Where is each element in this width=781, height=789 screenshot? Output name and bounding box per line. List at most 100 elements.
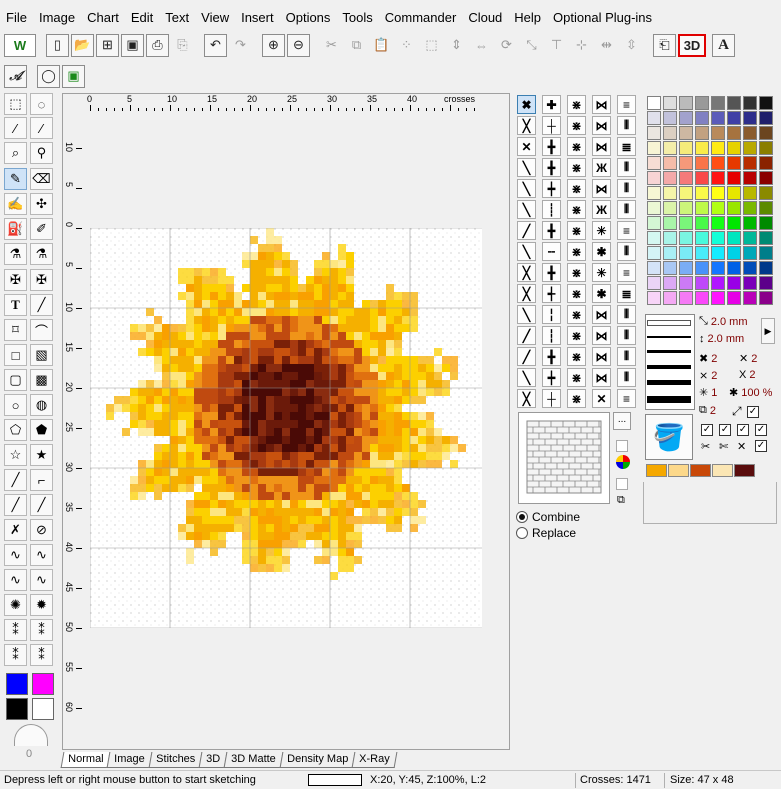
palette-color-cell[interactable]	[663, 261, 677, 275]
palette-color-cell[interactable]	[663, 291, 677, 305]
palette-color-cell[interactable]	[679, 276, 693, 290]
full-cross-stitch-icon[interactable]: ╳	[517, 389, 536, 408]
palette-color-cell[interactable]	[759, 246, 773, 260]
scissors-2-icon[interactable]: ✄	[719, 440, 728, 453]
palette-color-cell[interactable]	[743, 186, 757, 200]
color-fill-icon[interactable]: ⚗	[30, 243, 53, 265]
horizontal-lines-stitch-icon[interactable]: ⦀	[617, 158, 636, 177]
palette-color-cell[interactable]	[679, 201, 693, 215]
palette-color-cell[interactable]	[711, 276, 725, 290]
filled-stairs-icon[interactable]: ╱	[30, 494, 53, 516]
palette-color-cell[interactable]	[727, 246, 741, 260]
palette-color-cell[interactable]	[679, 231, 693, 245]
recent-color-swatch[interactable]	[690, 464, 711, 477]
palette-color-cell[interactable]	[759, 261, 773, 275]
half-cross-stitch-icon[interactable]: ⋈	[592, 347, 611, 366]
zoom-out-icon[interactable]: ⊖	[287, 33, 310, 57]
logo-icon[interactable]: W	[4, 33, 36, 57]
full-cross-stitch-icon[interactable]: ╲	[517, 179, 536, 198]
filled-ellipse-icon[interactable]: ◍	[30, 394, 53, 416]
import-icon[interactable]: ⊞	[96, 33, 119, 57]
palette-color-cell[interactable]	[647, 141, 661, 155]
palette-color-cell[interactable]	[759, 276, 773, 290]
quarter-cross-stitch-icon[interactable]: ⋇	[567, 179, 586, 198]
horizontal-lines-stitch-icon[interactable]: ≡	[617, 95, 636, 114]
new-file-icon[interactable]: ▯	[46, 33, 69, 57]
filled-rectangle-icon[interactable]: ▧	[30, 344, 53, 366]
palette-color-cell[interactable]	[679, 291, 693, 305]
palette-color-cell[interactable]	[711, 291, 725, 305]
fill-star-2-icon[interactable]: ⁑	[30, 644, 53, 666]
palette-color-cell[interactable]	[695, 201, 709, 215]
redo-icon[interactable]: ↷	[229, 34, 252, 57]
menu-options[interactable]: Options	[280, 8, 337, 28]
plus-stitch-icon[interactable]: ┿	[542, 179, 561, 198]
horizontal-lines-stitch-icon[interactable]: ⦀	[617, 347, 636, 366]
align-top-icon[interactable]: ⊤	[545, 34, 568, 57]
half-stitch-prop[interactable]: ⨯ 2	[699, 369, 717, 383]
full-cross-stitch-icon[interactable]: ╳	[517, 116, 536, 135]
quarter-cross-stitch-icon[interactable]: ⋇	[567, 326, 586, 345]
full-cross-stitch-icon[interactable]: ╲	[517, 242, 536, 261]
plus-stitch-icon[interactable]: ┆	[542, 326, 561, 345]
palette-color-cell[interactable]	[679, 96, 693, 110]
palette-color-cell[interactable]	[743, 216, 757, 230]
save-icon[interactable]: ▣	[121, 33, 144, 57]
tab-stitches[interactable]: Stitches	[148, 752, 203, 768]
rounded-rect-icon[interactable]: ▢	[4, 369, 27, 391]
stitch-curve-icon[interactable]: ∿	[4, 569, 27, 591]
eyedropper-select-icon[interactable]: ⌕	[4, 142, 27, 164]
palette-color-cell[interactable]	[647, 276, 661, 290]
full-cross-stitch-icon[interactable]: ╳	[517, 263, 536, 282]
plus-stitch-icon[interactable]: ┼	[542, 116, 561, 135]
scissors-icon[interactable]: ✂	[701, 440, 710, 453]
black-color-swatch[interactable]	[6, 698, 28, 720]
half-cross-stitch-icon[interactable]: ⋈	[592, 179, 611, 198]
palette-color-cell[interactable]	[695, 111, 709, 125]
palette-color-cell[interactable]	[647, 291, 661, 305]
palette-color-cell[interactable]	[663, 141, 677, 155]
full-cross-stitch-icon[interactable]: ╱	[517, 347, 536, 366]
page-icon[interactable]: ⎗	[653, 33, 676, 57]
palette-color-cell[interactable]	[743, 231, 757, 245]
secondary-color-swatch[interactable]	[32, 673, 54, 695]
menu-view[interactable]: View	[195, 8, 235, 28]
quarter-cross-stitch-icon[interactable]: ⋇	[567, 242, 586, 261]
menu-text[interactable]: Text	[159, 8, 195, 28]
line-width-3[interactable]	[647, 365, 691, 369]
palette-color-cell[interactable]	[711, 141, 725, 155]
palette-color-cell[interactable]	[695, 291, 709, 305]
palette-color-cell[interactable]	[663, 126, 677, 140]
palette-color-cell[interactable]	[695, 276, 709, 290]
connect-checkbox[interactable]: ✓	[747, 406, 759, 418]
palette-color-cell[interactable]	[663, 201, 677, 215]
menu-help[interactable]: Help	[508, 8, 547, 28]
palette-color-cell[interactable]	[727, 186, 741, 200]
half-cross-stitch-icon[interactable]: ✕	[592, 389, 611, 408]
font-style-icon[interactable]: 𝒜	[4, 64, 27, 88]
quarter-cross-stitch-icon[interactable]: ⋇	[567, 221, 586, 240]
palette-color-cell[interactable]	[679, 126, 693, 140]
plus-stitch-icon[interactable]: ╋	[542, 158, 561, 177]
palette-color-cell[interactable]	[679, 141, 693, 155]
palette-color-cell[interactable]	[695, 156, 709, 170]
full-cross-stitch-icon[interactable]: ╲	[517, 305, 536, 324]
filled-pentagon-icon[interactable]: ⬟	[30, 419, 53, 441]
quarter-cross-stitch-icon[interactable]: ⋇	[567, 389, 586, 408]
full-cross-stitch-icon[interactable]: ╱	[517, 326, 536, 345]
lasso-select-icon[interactable]: ◌	[30, 93, 53, 115]
magic-wand-2-icon[interactable]: ⁄	[30, 117, 53, 139]
check-3[interactable]: ✓	[737, 424, 749, 436]
palette-color-cell[interactable]	[759, 126, 773, 140]
text-icon[interactable]: T	[4, 294, 27, 316]
plus-stitch-icon[interactable]: ┼	[542, 389, 561, 408]
menu-file[interactable]: File	[0, 8, 33, 28]
horizontal-lines-stitch-icon[interactable]: ≡	[617, 221, 636, 240]
tab-3d-matte[interactable]: 3D Matte	[223, 752, 284, 768]
color-wheel-icon[interactable]	[616, 455, 630, 469]
palette-color-cell[interactable]	[711, 246, 725, 260]
stitch-path-icon[interactable]: ∿	[4, 544, 27, 566]
palette-color-cell[interactable]	[663, 246, 677, 260]
full-cross-stitch-icon[interactable]: ╳	[517, 284, 536, 303]
fill-pattern-preview[interactable]	[518, 412, 610, 504]
